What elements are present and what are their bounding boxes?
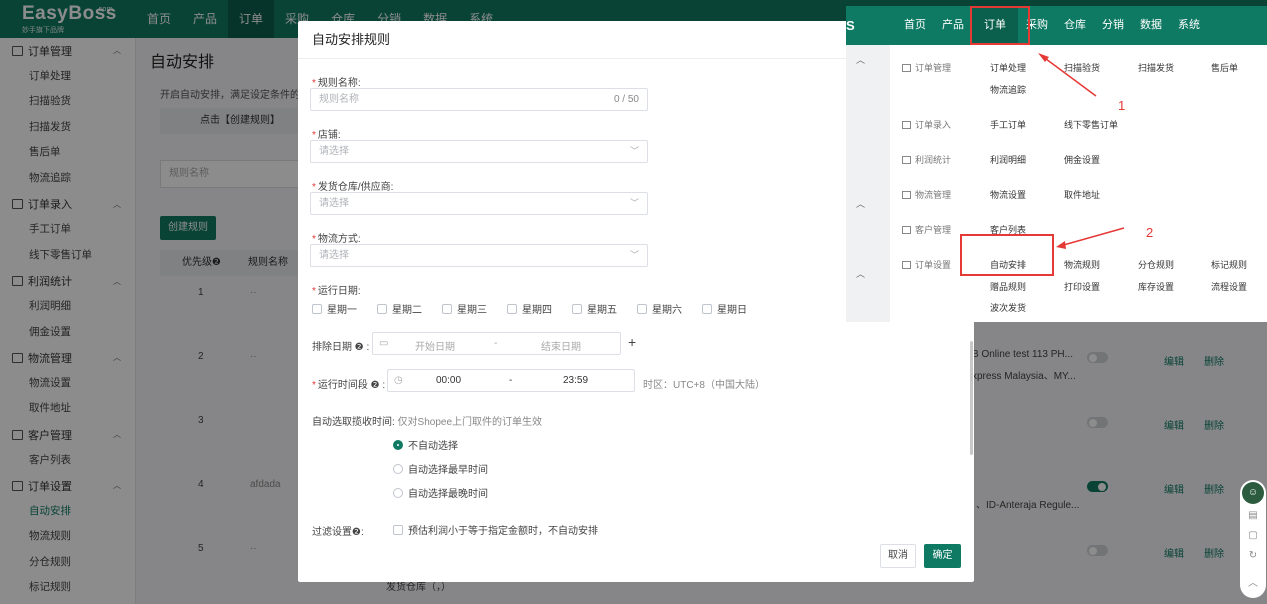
- day-tuesday-checkbox[interactable]: 星期二: [377, 301, 422, 316]
- arrow-line-2: [1059, 227, 1125, 247]
- run-days-group: 星期一 星期二 星期三 星期四 星期五 星期六 星期日: [312, 301, 767, 316]
- logistics-select[interactable]: 请选择 ﹀: [310, 244, 648, 267]
- filter-label: 过滤设置❷:: [312, 527, 364, 538]
- day-saturday-checkbox[interactable]: 星期六: [637, 301, 682, 316]
- step-number-2: 2: [1146, 225, 1154, 240]
- warehouse-select[interactable]: 请选择 ﹀: [310, 192, 648, 215]
- run-days-label: * 运行日期:: [312, 286, 361, 297]
- day-monday-checkbox[interactable]: 星期一: [312, 301, 357, 316]
- add-exclude-date-button[interactable]: +: [628, 334, 636, 350]
- pickup-time-label: 自动选取揽收时间: 仅对Shopee上门取件的订单生效: [312, 417, 543, 428]
- shop-select[interactable]: 请选择 ﹀: [310, 140, 648, 163]
- exclude-dates-label: 排除日期 ❷ :: [312, 342, 370, 353]
- rule-name-input[interactable]: 规则名称 0 / 50: [310, 88, 648, 111]
- confirm-button[interactable]: 确定: [924, 544, 961, 568]
- day-friday-checkbox[interactable]: 星期五: [572, 301, 617, 316]
- profit-filter-checkbox[interactable]: 预估利润小于等于指定金额时，不自动安排: [393, 522, 598, 537]
- support-avatar[interactable]: ☺: [1242, 482, 1264, 504]
- chevron-down-icon: ﹀: [629, 250, 639, 260]
- logistics-label: * 物流方式:: [312, 234, 361, 245]
- annotation-arrows: [1038, 53, 1125, 249]
- chevron-down-icon: ﹀: [629, 146, 639, 156]
- run-time-label: * 运行时间段 ❷ :: [312, 380, 386, 391]
- dialog-scrollbar[interactable]: [970, 341, 973, 455]
- char-count: 0 / 50: [613, 94, 639, 105]
- pickup-option-none[interactable]: 不自动选择: [393, 437, 458, 452]
- floating-toolbar: ☺ ▤ ▢ ↻ ︿: [1240, 480, 1266, 598]
- day-sunday-checkbox[interactable]: 星期日: [702, 301, 747, 316]
- chevron-down-icon: ﹀: [629, 198, 639, 208]
- warehouse-label: * 发货仓库/供应商:: [312, 182, 394, 193]
- arrow-line-1: [1041, 55, 1097, 97]
- pickup-option-earliest[interactable]: 自动选择最早时间: [393, 461, 488, 476]
- chat-icon[interactable]: ▢: [1247, 530, 1259, 542]
- arrow-head-2: [1056, 241, 1066, 249]
- timezone-text: 时区：UTC+8（中国大陆）: [643, 380, 765, 391]
- day-thursday-checkbox[interactable]: 星期四: [507, 301, 552, 316]
- back-to-top-icon[interactable]: ︿: [1247, 578, 1259, 590]
- pickup-option-latest[interactable]: 自动选择最晚时间: [393, 485, 488, 500]
- tutorial-inset: ︿ ︿ ︿ S 首页 产品 订单 采购 仓库 分销 数据 系统 订单管理 订单处…: [846, 6, 1267, 322]
- shop-label: * 店铺:: [312, 130, 341, 141]
- refresh-icon[interactable]: ↻: [1247, 550, 1259, 562]
- cancel-button[interactable]: 取消: [880, 544, 916, 568]
- run-time-range[interactable]: ◷ 00:00 - 23:59: [387, 369, 635, 392]
- calendar-icon: ▭: [379, 338, 389, 349]
- rule-name-label: * 规则名称:: [312, 78, 361, 89]
- exclude-date-range[interactable]: ▭ 开始日期 - 结束日期: [372, 332, 621, 355]
- step-number-1: 1: [1118, 98, 1126, 113]
- document-icon[interactable]: ▤: [1247, 510, 1259, 522]
- day-wednesday-checkbox[interactable]: 星期三: [442, 301, 487, 316]
- clock-icon: ◷: [394, 375, 403, 386]
